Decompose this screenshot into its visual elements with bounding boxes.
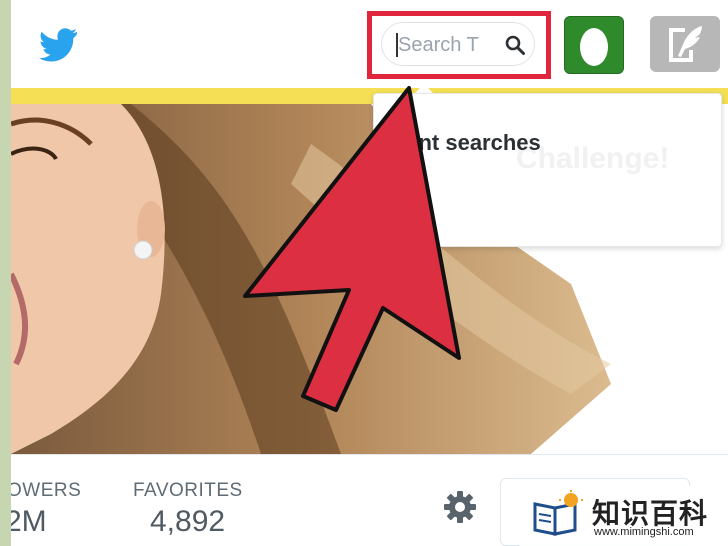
app-frame: Challenge! cent searches OWERS 2M FAVORI…	[11, 0, 728, 546]
recent-searches-dropdown: Challenge! cent searches	[373, 93, 722, 247]
followers-count[interactable]: 2M	[11, 505, 47, 539]
recent-searches-title: cent searches	[394, 130, 541, 155]
search-input[interactable]	[396, 33, 504, 57]
watermark-url: www.mimingshi.com	[594, 526, 694, 538]
watermark: 知识百科 www.mimingshi.com	[519, 486, 728, 546]
search-box[interactable]	[381, 22, 535, 66]
compose-tweet-button[interactable]	[650, 16, 720, 72]
twitter-bird-icon[interactable]	[38, 28, 78, 62]
book-lightbulb-icon	[533, 490, 583, 536]
search-icon[interactable]	[504, 34, 526, 56]
followers-label[interactable]: OWERS	[11, 480, 81, 502]
favorites-label[interactable]: FAVORITES	[133, 480, 243, 502]
egg-avatar-icon	[580, 28, 608, 66]
quill-compose-icon	[669, 26, 702, 62]
profile-avatar-button[interactable]	[564, 16, 624, 74]
favorites-count[interactable]: 4,892	[150, 505, 225, 539]
gear-icon[interactable]	[443, 490, 477, 524]
top-navigation-bar	[11, 0, 728, 88]
